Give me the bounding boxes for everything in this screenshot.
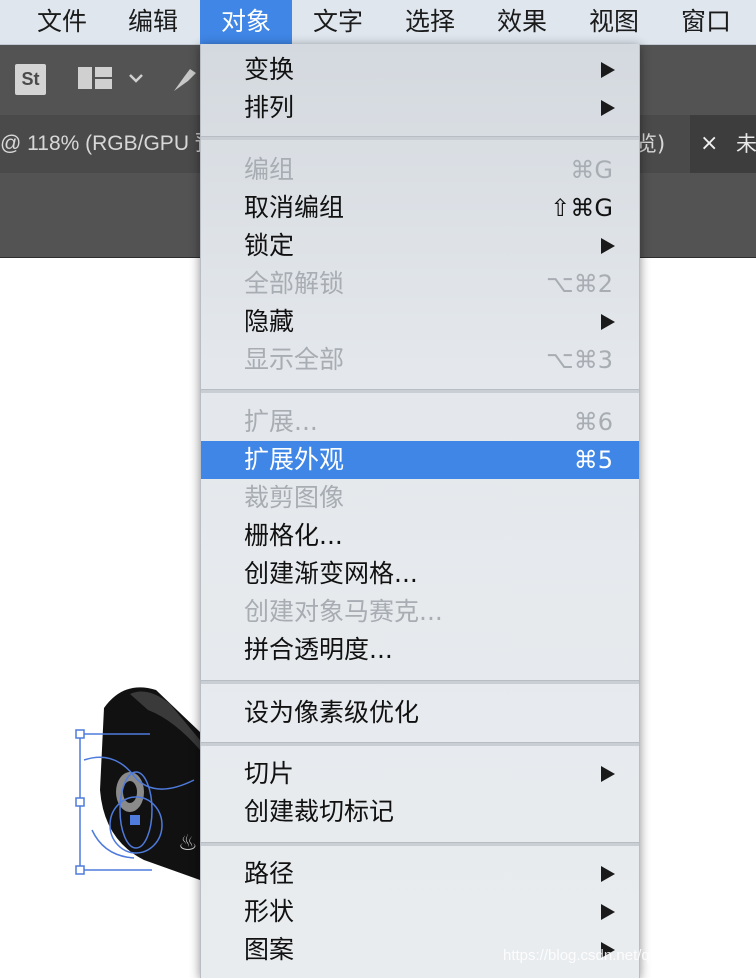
menu-item-label: 显示全部 xyxy=(244,345,345,374)
svg-text:♨: ♨ xyxy=(178,831,198,856)
menu-file[interactable]: 文件 xyxy=(22,0,102,44)
document-tab-title-end: 览) xyxy=(636,132,666,156)
menu-edit[interactable]: 编辑 xyxy=(113,0,193,44)
menu-item-label: 形状 xyxy=(244,897,295,926)
menu-item-show-all: 显示全部 ⌥⌘3 xyxy=(201,341,639,379)
menu-item-shortcut: ⌘6 xyxy=(573,408,613,436)
menu-item-label: 全部解锁 xyxy=(244,269,345,298)
menu-item-label: 创建对象马赛克... xyxy=(244,597,443,626)
menu-item-arrange[interactable]: 排列 xyxy=(201,89,639,127)
menu-separator xyxy=(201,389,639,393)
menu-item-expand: 扩展... ⌘6 xyxy=(201,403,639,441)
submenu-arrow-icon xyxy=(601,314,615,330)
menu-item-shortcut: ⌥⌘2 xyxy=(546,270,613,298)
menu-item-lock[interactable]: 锁定 xyxy=(201,227,639,265)
submenu-arrow-icon xyxy=(601,62,615,78)
menu-item-create-object-mosaic: 创建对象马赛克... xyxy=(201,593,639,631)
menu-separator xyxy=(201,136,639,140)
menu-item-group: 编组 ⌘G xyxy=(201,151,639,189)
menu-item-ungroup[interactable]: 取消编组 ⇧⌘G xyxy=(201,189,639,227)
menu-item-shortcut: ⌘5 xyxy=(573,446,613,474)
menu-separator xyxy=(201,742,639,746)
submenu-arrow-icon xyxy=(601,866,615,882)
menu-bar: 文件 编辑 对象 文字 选择 效果 视图 窗口 xyxy=(0,0,756,45)
document-tab-next[interactable]: 未 xyxy=(736,115,756,173)
menu-effect[interactable]: 效果 xyxy=(482,0,562,44)
menu-item-label: 扩展外观 xyxy=(244,445,345,474)
menu-item-label: 排列 xyxy=(244,93,295,122)
chevron-down-icon[interactable] xyxy=(128,73,144,83)
adobe-stock-icon[interactable]: St xyxy=(15,64,46,95)
menu-item-shortcut: ⌥⌘3 xyxy=(546,346,613,374)
menu-item-path[interactable]: 路径 xyxy=(201,855,639,893)
menu-item-label: 取消编组 xyxy=(244,193,345,222)
menu-item-label: 隐藏 xyxy=(244,307,295,336)
menu-separator xyxy=(201,842,639,846)
menu-item-slice[interactable]: 切片 xyxy=(201,755,639,793)
menu-type[interactable]: 文字 xyxy=(298,0,378,44)
submenu-arrow-icon xyxy=(601,238,615,254)
menu-item-label: 裁剪图像 xyxy=(244,483,345,512)
menu-item-crop-image: 裁剪图像 xyxy=(201,479,639,517)
menu-select[interactable]: 选择 xyxy=(390,0,470,44)
submenu-arrow-icon xyxy=(601,904,615,920)
menu-item-label: 变换 xyxy=(244,55,295,84)
object-dropdown-menu: 变换 排列 编组 ⌘G 取消编组 ⇧⌘G 锁定 全部解锁 ⌥⌘2 隐藏 显示全部… xyxy=(200,44,640,978)
menu-item-label: 创建裁切标记 xyxy=(244,797,395,826)
menu-item-shape[interactable]: 形状 xyxy=(201,893,639,931)
menu-item-create-gradient-mesh[interactable]: 创建渐变网格... xyxy=(201,555,639,593)
menu-view[interactable]: 视图 xyxy=(574,0,654,44)
menu-separator xyxy=(201,680,639,684)
arrange-documents-icon[interactable] xyxy=(78,67,112,89)
close-tab-icon[interactable]: × xyxy=(700,115,718,173)
menu-item-label: 栅格化... xyxy=(244,521,343,550)
menu-item-expand-appearance[interactable]: 扩展外观 ⌘5 xyxy=(201,441,639,479)
submenu-arrow-icon xyxy=(601,100,615,116)
menu-item-rasterize[interactable]: 栅格化... xyxy=(201,517,639,555)
menu-item-label: 拼合透明度... xyxy=(244,635,393,664)
menu-item-label: 锁定 xyxy=(244,231,295,260)
menu-item-shortcut: ⌘G xyxy=(570,156,613,184)
document-tab-title: @ 118% (RGB/GPU 预 xyxy=(0,132,216,155)
menu-item-label: 路径 xyxy=(244,859,295,888)
menu-item-transform[interactable]: 变换 xyxy=(201,51,639,89)
menu-item-label: 扩展... xyxy=(244,407,318,436)
menu-item-create-trim-marks[interactable]: 创建裁切标记 xyxy=(201,793,639,831)
menu-object[interactable]: 对象 xyxy=(200,0,292,44)
menu-item-label: 切片 xyxy=(244,759,295,788)
menu-item-hide[interactable]: 隐藏 xyxy=(201,303,639,341)
menu-item-label: 编组 xyxy=(244,155,295,184)
watermark-text: https://blog.csdn.net/qq_41717874 xyxy=(503,947,734,964)
selected-artwork[interactable]: ♨ xyxy=(74,680,214,880)
menu-item-label: 设为像素级优化 xyxy=(244,698,420,727)
menu-item-shortcut: ⇧⌘G xyxy=(550,194,613,222)
menu-item-unlock-all: 全部解锁 ⌥⌘2 xyxy=(201,265,639,303)
brush-icon[interactable] xyxy=(170,65,200,95)
menu-item-label: 图案 xyxy=(244,935,295,964)
submenu-arrow-icon xyxy=(601,766,615,782)
menu-window[interactable]: 窗口 xyxy=(666,0,746,44)
menu-item-make-pixel-perfect[interactable]: 设为像素级优化 xyxy=(201,694,639,732)
menu-item-flatten-transparency[interactable]: 拼合透明度... xyxy=(201,631,639,669)
menu-item-label: 创建渐变网格... xyxy=(244,559,418,588)
